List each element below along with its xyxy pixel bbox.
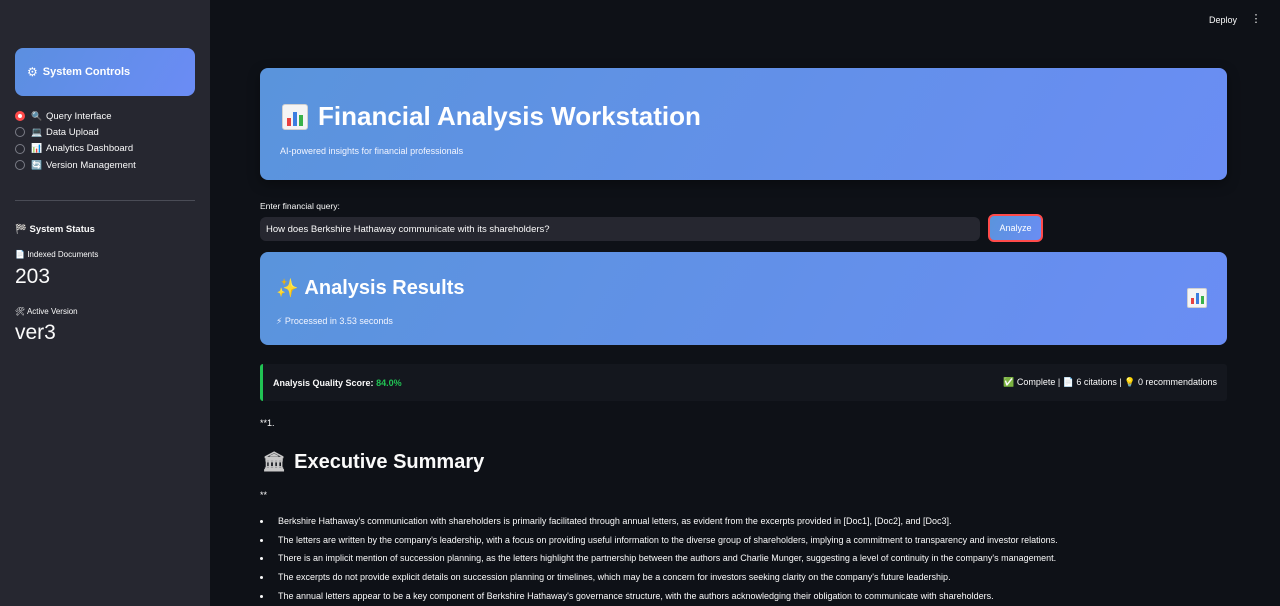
active-version-label: 🛠 Active Version <box>15 307 78 316</box>
results-title-text: Analysis Results <box>304 277 465 299</box>
document-icon: 📄 <box>15 250 25 259</box>
sidebar-nav: 🔍 Query Interface 💻 Data Upload 📊 Analyt… <box>15 108 200 173</box>
radio-selected[interactable] <box>15 111 25 122</box>
page-title-text: Financial Analysis Workstation <box>318 101 701 131</box>
executive-summary-text: Executive Summary <box>294 450 485 473</box>
results-card: ✨ Analysis Results ⚡ Processed in 3.53 s… <box>260 252 1227 345</box>
tools-icon: 🛠 <box>15 307 26 316</box>
list-item: The letters are written by the company's… <box>260 531 1220 550</box>
sidebar-item-label: Analytics Dashboard <box>46 143 134 155</box>
laptop-icon: 💻 <box>31 126 43 137</box>
sidebar-item-query-interface[interactable]: 🔍 Query Interface <box>15 108 200 124</box>
bank-icon: 🏛 <box>262 452 287 473</box>
page-subtitle: AI-powered insights for financial profes… <box>280 146 464 156</box>
radio[interactable] <box>15 160 25 171</box>
quality-score: Analysis Quality Score: 84.0% <box>273 378 402 388</box>
bar-chart-icon <box>1187 288 1207 308</box>
sidebar: ⚙ System Controls 🔍 Query Interface 💻 Da… <box>0 0 210 606</box>
list-item: The annual letters appear to be a key co… <box>260 587 1220 606</box>
sparkles-icon: ✨ <box>276 278 299 298</box>
sidebar-item-label: Query Interface <box>46 110 112 122</box>
sidebar-item-data-upload[interactable]: 💻 Data Upload <box>15 124 200 140</box>
deploy-button[interactable]: Deploy <box>1205 13 1241 27</box>
list-item: There is an implicit mention of successi… <box>260 549 1220 568</box>
system-status-title: 🏁 System Status <box>15 224 95 235</box>
sidebar-item-version-management[interactable]: 🔄 Version Management <box>15 157 200 173</box>
executive-summary-heading: 🏛 Executive Summary <box>262 450 484 474</box>
summary-list: Berkshire Hathaway's communication with … <box>260 512 1220 605</box>
more-menu-icon[interactable]: ⋮ <box>1250 12 1262 25</box>
quality-score-bar: Analysis Quality Score: 84.0% ✅ Complete… <box>260 364 1227 401</box>
gear-icon: ⚙ <box>27 65 38 79</box>
active-version-value: ver3 <box>15 321 56 344</box>
search-icon: 🔍 <box>31 110 43 121</box>
content-prefix: **1. <box>260 418 275 428</box>
sidebar-divider <box>15 200 195 201</box>
indexed-documents-label: 📄 Indexed Documents <box>15 250 98 259</box>
query-input[interactable] <box>260 217 980 241</box>
list-item: Berkshire Hathaway's communication with … <box>260 512 1220 531</box>
sidebar-item-label: Data Upload <box>46 126 99 138</box>
hero-card: Financial Analysis Workstation AI-powere… <box>260 68 1227 180</box>
sidebar-item-analytics-dashboard[interactable]: 📊 Analytics Dashboard <box>15 141 200 157</box>
quality-score-label: Analysis Quality Score: <box>273 377 374 388</box>
radio[interactable] <box>15 127 25 138</box>
system-controls-label: System Controls <box>42 66 131 78</box>
radio[interactable] <box>15 143 25 154</box>
quality-summary: ✅ Complete | 📄 6 citations | 💡 0 recomme… <box>1003 377 1217 387</box>
active-version-text: Active Version <box>26 307 78 316</box>
refresh-icon: 🔄 <box>31 159 43 170</box>
indexed-documents-text: Indexed Documents <box>27 250 99 259</box>
sidebar-item-label: Version Management <box>46 159 136 171</box>
query-label: Enter financial query: <box>260 201 340 211</box>
analyze-button[interactable]: Analyze <box>988 214 1043 242</box>
content-suffix: ** <box>260 490 268 500</box>
indexed-documents-value: 203 <box>15 265 51 288</box>
bar-chart-icon: 📊 <box>31 143 43 154</box>
system-controls-header: ⚙ System Controls <box>15 48 195 96</box>
page-title: Financial Analysis Workstation <box>282 101 701 132</box>
bar-chart-icon <box>282 103 308 130</box>
flag-icon: 🏁 <box>15 224 27 235</box>
quality-score-value: 84.0% <box>376 377 402 388</box>
system-status-label: System Status <box>29 224 95 235</box>
processing-time: ⚡ Processed in 3.53 seconds <box>276 316 393 326</box>
results-title: ✨ Analysis Results <box>276 277 465 300</box>
list-item: The excerpts do not provide explicit det… <box>260 568 1220 587</box>
